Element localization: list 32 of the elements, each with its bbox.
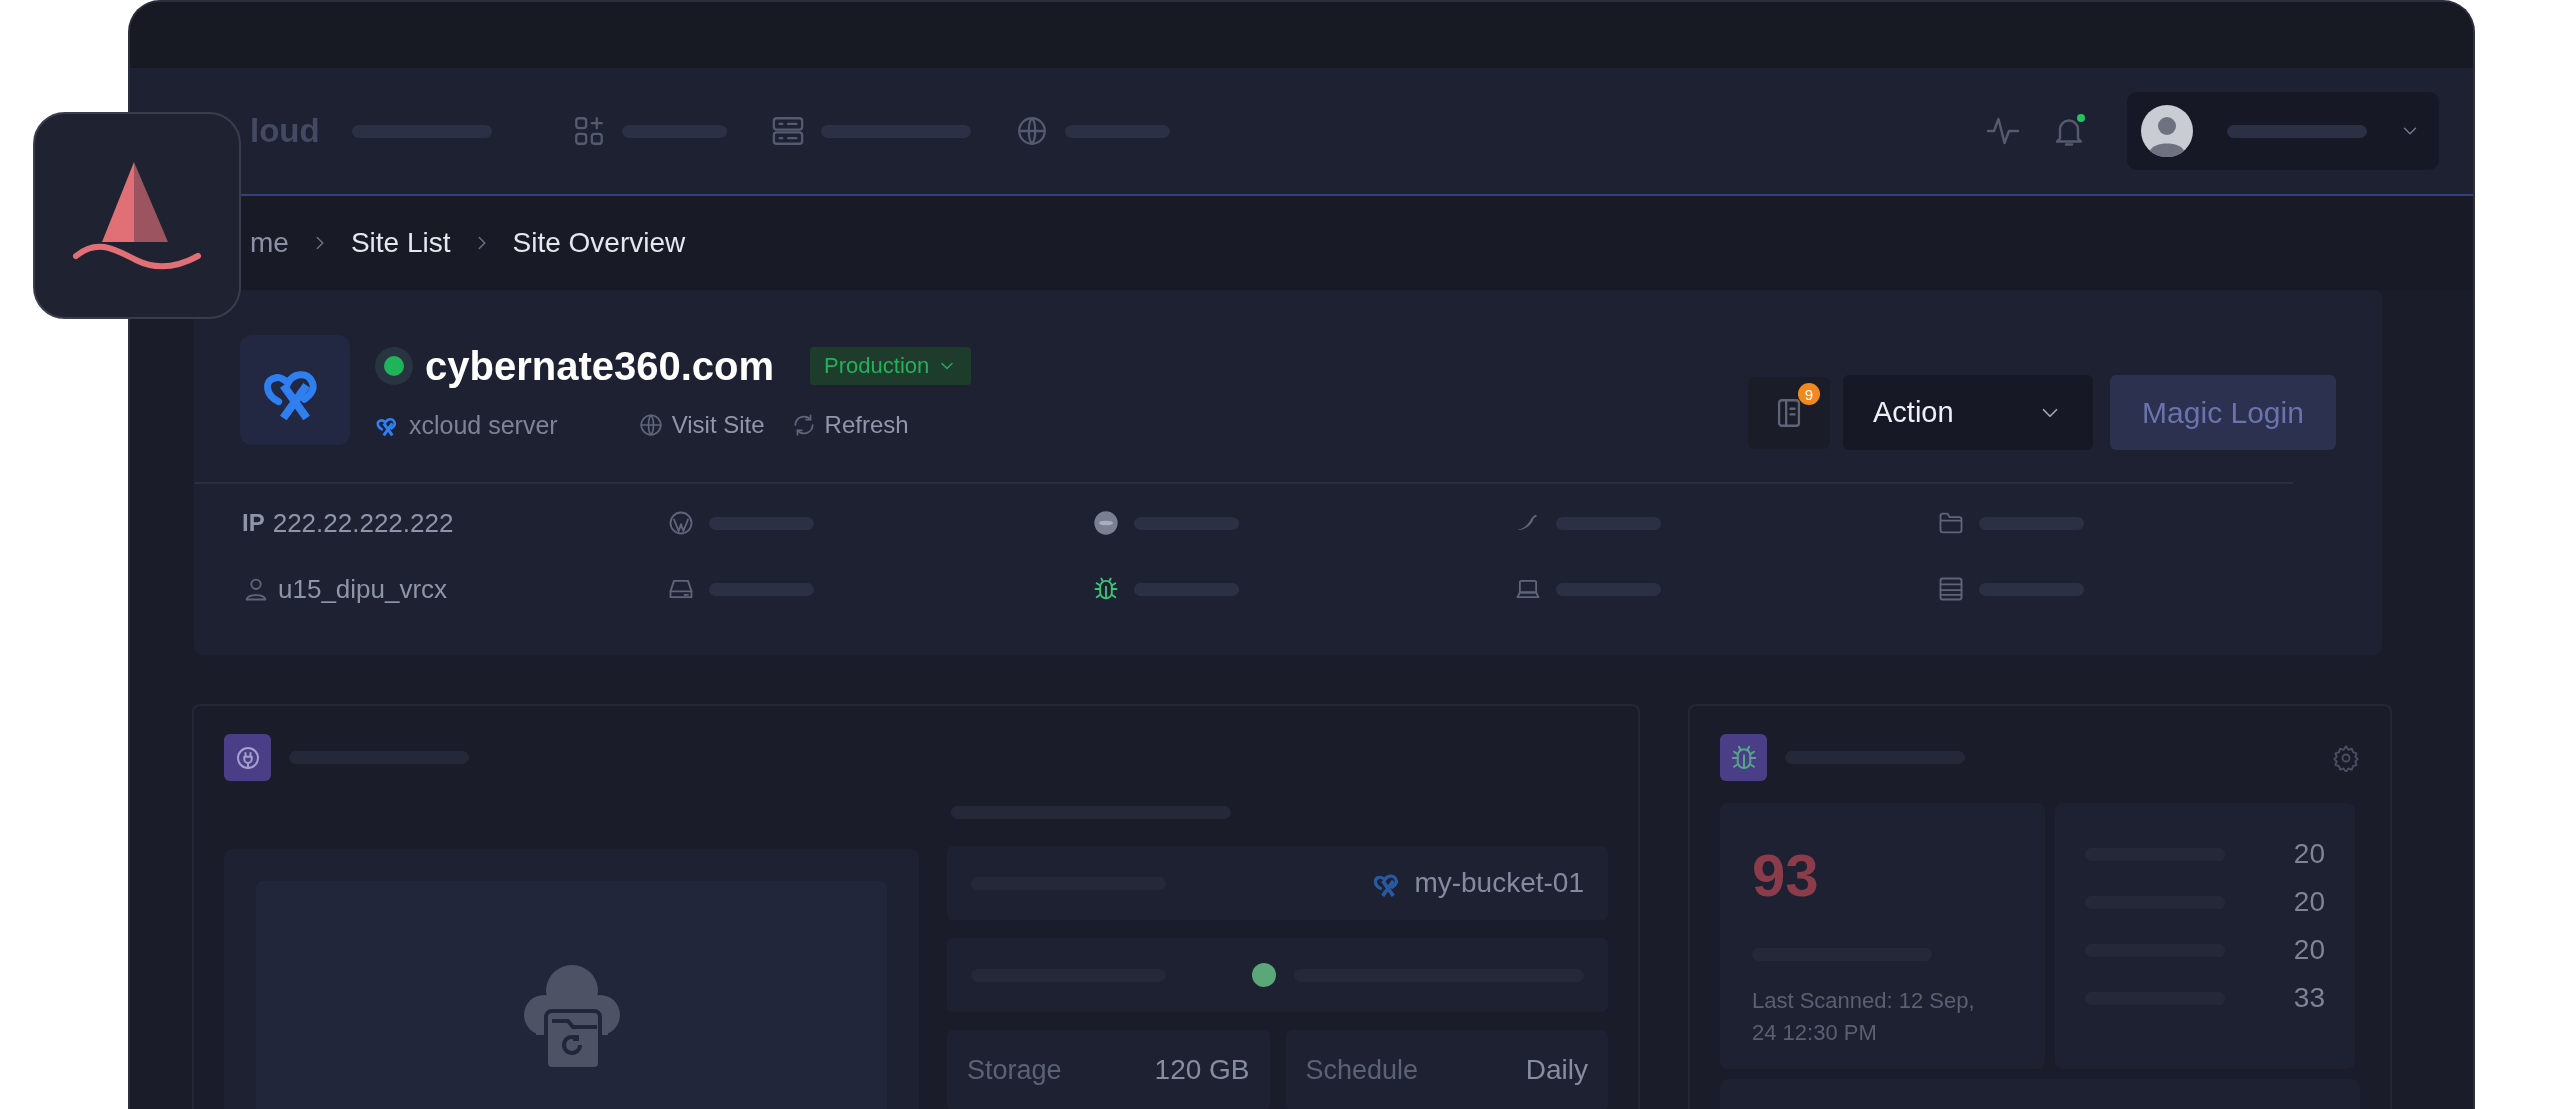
breadcrumb-link[interactable]: me — [250, 227, 289, 259]
stat-value: Daily — [1525, 1054, 1588, 1086]
count-value: 20 — [2293, 838, 2325, 870]
count-value: 20 — [2293, 934, 2325, 966]
stat-label: Schedule — [1305, 1054, 1419, 1086]
globe-icon — [637, 412, 664, 438]
site-link[interactable]: Visit Site — [637, 411, 765, 439]
status-dot — [1252, 963, 1276, 987]
last-scanned-text: Last Scanned: 12 Sep, 24 12:30 PM — [1752, 987, 1976, 1047]
user-menu[interactable] — [2127, 92, 2439, 170]
server-name: xcloud server — [409, 410, 558, 440]
security-score: 93 — [1752, 841, 1820, 910]
avatar — [2141, 105, 2193, 157]
storage-icon — [1937, 575, 1965, 603]
site-name: cybernate360.com — [425, 343, 775, 389]
ip-address: 222.22.222.222 — [272, 507, 454, 539]
bucket-name: my-bucket-01 — [1414, 867, 1584, 899]
breadcrumb-link[interactable]: Site Overview — [512, 227, 686, 259]
count-value: 33 — [2293, 982, 2325, 1014]
count-badge: 9 — [1798, 383, 1820, 405]
username: u15_dipu_vrcx — [278, 573, 448, 605]
site-link[interactable]: Refresh — [790, 411, 909, 439]
stat-value: 120 GB — [1154, 1054, 1250, 1086]
server-icon — [770, 114, 805, 148]
breadcrumb-link[interactable]: Site List — [350, 227, 451, 259]
wordpress-icon — [667, 509, 695, 537]
stat-label: Storage — [967, 1054, 1062, 1086]
count-value: 20 — [2293, 886, 2325, 918]
environment-dropdown[interactable]: Production — [810, 347, 972, 385]
ip-label: IP — [242, 509, 265, 537]
magic-login-button[interactable]: Magic Login — [2110, 375, 2336, 450]
action-dropdown[interactable]: Action — [1843, 375, 2093, 450]
